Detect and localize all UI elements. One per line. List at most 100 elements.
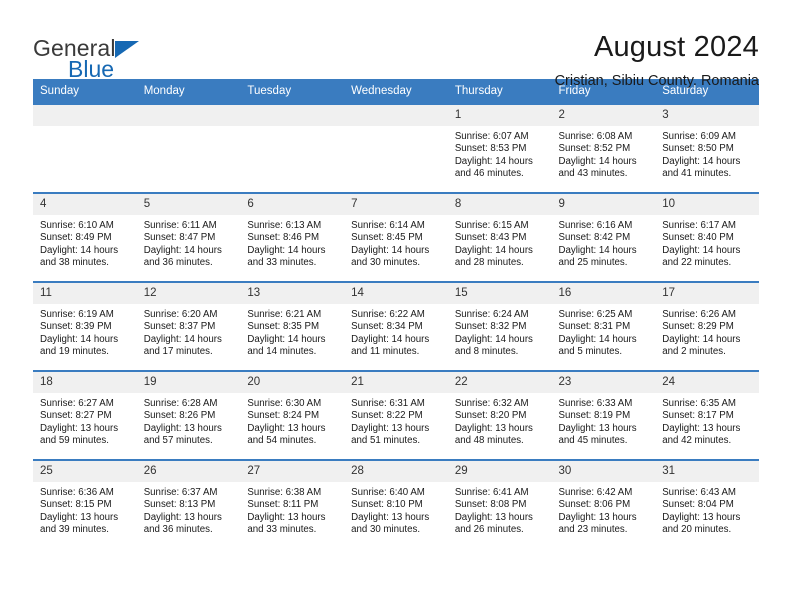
- calendar-day-cell[interactable]: 6 Sunrise: 6:13 AM Sunset: 8:46 PM Daylight…: [240, 192, 345, 282]
- daylight-text-line2: and 48 minutes.: [454, 435, 524, 447]
- day-number: [240, 105, 345, 126]
- day-number: 18: [33, 372, 137, 393]
- day-cell-inner: 3 Sunrise: 6:09 AM Sunset: 8:50 PM Daylight…: [655, 105, 759, 192]
- calendar-day-cell[interactable]: 5 Sunrise: 6:11 AM Sunset: 8:47 PM Daylight…: [136, 192, 241, 282]
- calendar-day-cell[interactable]: 21 Sunrise: 6:31 AM Sunset: 8:22 PM Dayligh…: [344, 370, 448, 460]
- day-number: 2: [551, 105, 656, 126]
- day-sun-info: Sunrise: 6:11 AM Sunset: 8:47 PM Daylight:…: [137, 215, 241, 270]
- day-cell-inner: 25 Sunrise: 6:36 AM Sunset: 8:15 PM Dayligh…: [33, 461, 137, 549]
- daylight-text-line1: Daylight: 13 hours: [351, 511, 430, 523]
- day-number: 25: [33, 461, 137, 482]
- calendar-day-cell[interactable]: 3 Sunrise: 6:09 AM Sunset: 8:50 PM Daylight…: [655, 103, 759, 193]
- daylight-text-line2: and 42 minutes.: [662, 435, 732, 447]
- sunset-text: Sunset: 8:47 PM: [143, 232, 216, 244]
- daylight-text-line2: and 22 minutes.: [662, 257, 732, 269]
- day-sun-info: Sunrise: 6:15 AM Sunset: 8:43 PM Daylight:…: [448, 215, 552, 270]
- sunset-text: Sunset: 8:35 PM: [247, 321, 320, 333]
- calendar-day-cell[interactable]: 27 Sunrise: 6:38 AM Sunset: 8:11 PM Dayligh…: [240, 459, 345, 549]
- sunrise-text: Sunrise: 6:33 AM: [558, 398, 633, 409]
- daylight-text-line1: Daylight: 14 hours: [40, 333, 119, 345]
- calendar-week-row: 11 Sunrise: 6:19 AM Sunset: 8:39 PM Dayligh…: [33, 281, 759, 371]
- sunrise-text: Sunrise: 6:07 AM: [454, 131, 529, 142]
- calendar-day-cell[interactable]: 19 Sunrise: 6:28 AM Sunset: 8:26 PM Dayligh…: [136, 370, 241, 460]
- daylight-text-line1: Daylight: 14 hours: [143, 244, 222, 256]
- calendar-day-cell[interactable]: 29 Sunrise: 6:41 AM Sunset: 8:08 PM Dayligh…: [447, 459, 552, 549]
- sunrise-text: Sunrise: 6:38 AM: [247, 487, 322, 498]
- sunset-text: Sunset: 8:10 PM: [351, 499, 423, 511]
- calendar-day-cell[interactable]: 23 Sunrise: 6:33 AM Sunset: 8:19 PM Dayligh…: [551, 370, 656, 460]
- sunrise-text: Sunrise: 6:11 AM: [143, 220, 217, 231]
- calendar-day-cell[interactable]: 10 Sunrise: 6:17 AM Sunset: 8:40 PM Dayligh…: [655, 192, 759, 282]
- day-number: [33, 105, 137, 126]
- day-sun-info: Sunrise: 6:10 AM Sunset: 8:49 PM Daylight:…: [33, 215, 137, 270]
- calendar-day-cell[interactable]: 11 Sunrise: 6:19 AM Sunset: 8:39 PM Dayligh…: [33, 281, 137, 371]
- daylight-text-line1: Daylight: 13 hours: [351, 422, 430, 434]
- day-sun-info: Sunrise: 6:22 AM Sunset: 8:34 PM Daylight:…: [344, 304, 448, 359]
- sunset-text: Sunset: 8:22 PM: [351, 410, 423, 422]
- calendar-day-cell[interactable]: 30 Sunrise: 6:42 AM Sunset: 8:06 PM Dayligh…: [551, 459, 656, 549]
- calendar-day-cell[interactable]: 9 Sunrise: 6:16 AM Sunset: 8:42 PM Daylight…: [551, 192, 656, 282]
- brand-logo[interactable]: General Blue: [33, 30, 263, 81]
- sunset-text: Sunset: 8:06 PM: [558, 499, 631, 511]
- calendar-day-cell[interactable]: 1 Sunrise: 6:07 AM Sunset: 8:53 PM Daylight…: [447, 103, 552, 193]
- calendar-day-cell[interactable]: 13 Sunrise: 6:21 AM Sunset: 8:35 PM Dayligh…: [240, 281, 345, 371]
- daylight-text-line1: Daylight: 13 hours: [662, 511, 741, 523]
- sunrise-text: Sunrise: 6:25 AM: [558, 309, 633, 320]
- calendar-day-cell[interactable]: 7 Sunrise: 6:14 AM Sunset: 8:45 PM Daylight…: [344, 192, 448, 282]
- day-cell-inner: 27 Sunrise: 6:38 AM Sunset: 8:11 PM Dayligh…: [240, 461, 345, 549]
- daylight-text-line2: and 19 minutes.: [40, 346, 109, 358]
- daylight-text-line1: Daylight: 14 hours: [662, 155, 741, 167]
- sunrise-text: Sunrise: 6:31 AM: [351, 398, 425, 409]
- sunset-text: Sunset: 8:13 PM: [143, 499, 216, 511]
- day-number: 13: [240, 283, 345, 304]
- sunset-text: Sunset: 8:11 PM: [247, 499, 319, 511]
- daylight-text-line2: and 28 minutes.: [454, 257, 524, 269]
- calendar-day-cell[interactable]: 18 Sunrise: 6:27 AM Sunset: 8:27 PM Dayligh…: [33, 370, 137, 460]
- daylight-text-line2: and 17 minutes.: [143, 346, 213, 358]
- calendar-day-cell[interactable]: 15 Sunrise: 6:24 AM Sunset: 8:32 PM Dayligh…: [447, 281, 552, 371]
- day-number: 4: [33, 194, 137, 215]
- sunset-text: Sunset: 8:50 PM: [662, 143, 734, 155]
- day-cell-inner: 4 Sunrise: 6:10 AM Sunset: 8:49 PM Daylight…: [33, 194, 137, 281]
- sunrise-text: Sunrise: 6:16 AM: [558, 220, 633, 231]
- day-sun-info: Sunrise: 6:13 AM Sunset: 8:46 PM Daylight:…: [240, 215, 344, 270]
- page-header: General Blue August 2024 Cristian, Sibiu…: [33, 0, 759, 89]
- calendar-day-cell[interactable]: 4 Sunrise: 6:10 AM Sunset: 8:49 PM Daylight…: [33, 192, 137, 282]
- day-sun-info: Sunrise: 6:24 AM Sunset: 8:32 PM Daylight:…: [448, 304, 552, 359]
- day-number: 1: [447, 105, 552, 126]
- day-cell-inner: 26 Sunrise: 6:37 AM Sunset: 8:13 PM Dayligh…: [136, 461, 241, 549]
- daylight-text-line2: and 30 minutes.: [351, 257, 421, 269]
- day-number: 21: [344, 372, 448, 393]
- day-number: 28: [344, 461, 448, 482]
- calendar-day-cell[interactable]: 28 Sunrise: 6:40 AM Sunset: 8:10 PM Dayligh…: [344, 459, 448, 549]
- weekday-header-sunday: Sunday: [33, 79, 137, 104]
- day-sun-info: Sunrise: 6:27 AM Sunset: 8:27 PM Daylight:…: [33, 393, 137, 448]
- sunset-text: Sunset: 8:15 PM: [40, 499, 112, 511]
- calendar-day-cell[interactable]: 12 Sunrise: 6:20 AM Sunset: 8:37 PM Dayligh…: [136, 281, 241, 371]
- daylight-text-line1: Daylight: 14 hours: [558, 155, 637, 167]
- day-sun-info: Sunrise: 6:41 AM Sunset: 8:08 PM Daylight:…: [448, 482, 552, 537]
- calendar-day-cell[interactable]: 31 Sunrise: 6:43 AM Sunset: 8:04 PM Dayligh…: [655, 459, 759, 549]
- day-sun-info: Sunrise: 6:37 AM Sunset: 8:13 PM Daylight:…: [137, 482, 241, 537]
- day-cell-inner: 24 Sunrise: 6:35 AM Sunset: 8:17 PM Dayligh…: [655, 372, 759, 459]
- daylight-text-line2: and 39 minutes.: [40, 524, 109, 536]
- calendar-day-cell[interactable]: 2 Sunrise: 6:08 AM Sunset: 8:52 PM Daylight…: [551, 103, 656, 193]
- calendar-day-cell[interactable]: 20 Sunrise: 6:30 AM Sunset: 8:24 PM Dayligh…: [240, 370, 345, 460]
- calendar-day-cell[interactable]: 24 Sunrise: 6:35 AM Sunset: 8:17 PM Dayligh…: [655, 370, 759, 460]
- daylight-text-line1: Daylight: 13 hours: [143, 511, 222, 523]
- sunset-text: Sunset: 8:27 PM: [40, 410, 112, 422]
- sunrise-text: Sunrise: 6:40 AM: [351, 487, 425, 498]
- day-cell-inner: [344, 105, 448, 192]
- calendar-day-cell[interactable]: 26 Sunrise: 6:37 AM Sunset: 8:13 PM Dayligh…: [136, 459, 241, 549]
- calendar-body: 1 Sunrise: 6:07 AM Sunset: 8:53 PM Daylight…: [33, 103, 759, 549]
- day-cell-inner: 18 Sunrise: 6:27 AM Sunset: 8:27 PM Dayligh…: [33, 372, 137, 459]
- calendar-day-cell[interactable]: 17 Sunrise: 6:26 AM Sunset: 8:29 PM Dayligh…: [655, 281, 759, 371]
- calendar-day-cell[interactable]: 14 Sunrise: 6:22 AM Sunset: 8:34 PM Dayligh…: [344, 281, 448, 371]
- calendar-day-cell[interactable]: 16 Sunrise: 6:25 AM Sunset: 8:31 PM Dayligh…: [551, 281, 656, 371]
- calendar-week-row: 1 Sunrise: 6:07 AM Sunset: 8:53 PM Daylight…: [33, 103, 759, 193]
- calendar-day-cell[interactable]: 22 Sunrise: 6:32 AM Sunset: 8:20 PM Dayligh…: [447, 370, 552, 460]
- calendar-day-cell[interactable]: 8 Sunrise: 6:15 AM Sunset: 8:43 PM Daylight…: [447, 192, 552, 282]
- day-sun-info: Sunrise: 6:08 AM Sunset: 8:52 PM Daylight:…: [552, 126, 656, 181]
- daylight-text-line2: and 38 minutes.: [40, 257, 109, 269]
- calendar-day-cell[interactable]: 25 Sunrise: 6:36 AM Sunset: 8:15 PM Dayligh…: [33, 459, 137, 549]
